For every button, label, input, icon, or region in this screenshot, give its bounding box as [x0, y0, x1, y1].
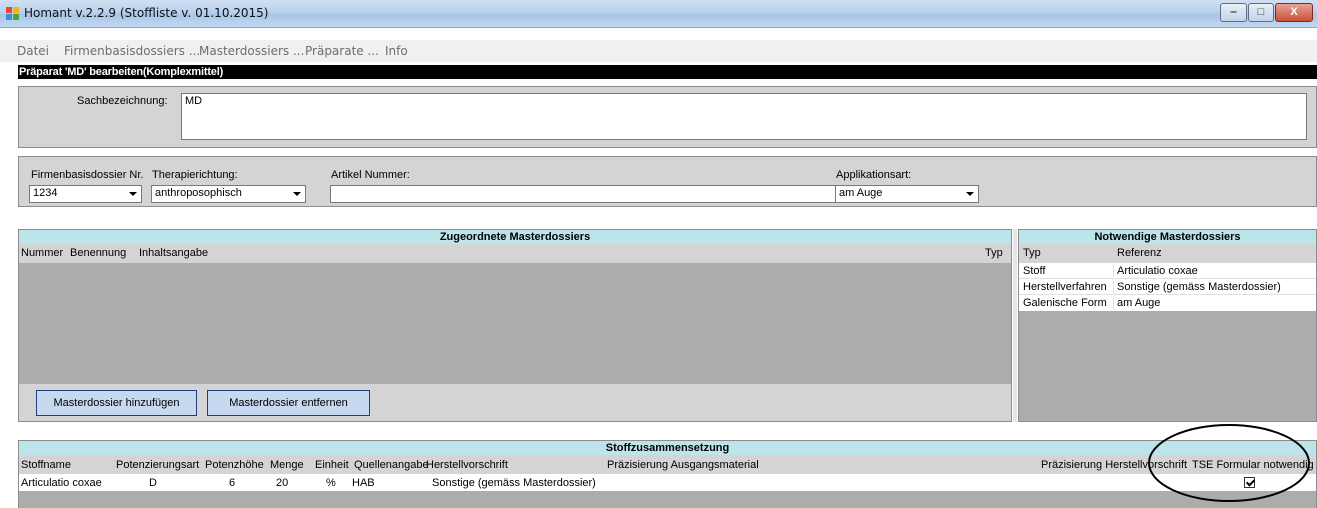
cell-potenzierungsart: D: [149, 477, 157, 489]
remove-masterdossier-button[interactable]: Masterdossier entfernen: [207, 390, 370, 416]
window-title: Homant v.2.2.9 (Stoffliste v. 01.10.2015…: [24, 6, 269, 20]
sachbezeichnung-panel: Sachbezeichnung: MD: [18, 86, 1317, 148]
firmenbasisdossier-label: Firmenbasisdossier Nr.: [31, 169, 144, 181]
app-icon: [6, 7, 19, 20]
cell-referenz: Articulatio coxae: [1113, 265, 1198, 277]
splitter[interactable]: [1013, 229, 1017, 422]
applikationsart-label: Applikationsart:: [836, 169, 912, 181]
menu-info[interactable]: Info: [385, 44, 408, 58]
firmenbasisdossier-value: 1234: [33, 187, 58, 199]
cell-potenzhoehe: 6: [229, 477, 236, 489]
col-potenzhoehe[interactable]: Potenzhöhe: [205, 459, 264, 471]
cell-herstellvorschrift: Sonstige (gemäss Masterdossier): [432, 477, 596, 489]
cell-typ: Stoff: [1023, 265, 1046, 277]
cell-referenz: Sonstige (gemäss Masterdossier): [1113, 281, 1281, 293]
cell-typ: Galenische Form: [1023, 297, 1107, 309]
notwendige-title: Notwendige Masterdossiers: [1019, 230, 1316, 244]
table-row[interactable]: Stoff Articulatio coxae: [1019, 263, 1316, 279]
zugeordnete-title: Zugeordnete Masterdossiers: [19, 230, 1011, 244]
menu-praeparate[interactable]: Präparate ...: [305, 44, 379, 58]
col-quellenangabe[interactable]: Quellenangabe: [354, 459, 429, 471]
artikel-nummer-label: Artikel Nummer:: [331, 169, 410, 181]
notwendige-rows: Stoff Articulatio coxae Herstellverfahre…: [1019, 263, 1316, 311]
page-header: Präparat 'MD' bearbeiten(Komplexmittel): [18, 65, 1317, 79]
col-potenzierungsart[interactable]: Potenzierungsart: [116, 459, 199, 471]
col-stoffname[interactable]: Stoffname: [21, 459, 71, 471]
applikationsart-select[interactable]: am Auge: [835, 185, 979, 203]
cell-menge: 20: [276, 477, 289, 489]
menu-datei[interactable]: Datei: [17, 44, 49, 58]
close-button[interactable]: X: [1275, 3, 1313, 22]
col-typ[interactable]: Typ: [1023, 247, 1041, 259]
sachbezeichnung-label: Sachbezeichnung:: [77, 95, 168, 107]
maximize-button[interactable]: □: [1248, 3, 1274, 22]
table-row[interactable]: Galenische Form am Auge: [1019, 295, 1316, 311]
chevron-down-icon[interactable]: [962, 186, 978, 202]
cell-typ: Herstellverfahren: [1023, 281, 1107, 293]
sachbezeichnung-field[interactable]: MD: [181, 93, 1307, 140]
artikel-nummer-field[interactable]: [330, 185, 836, 203]
zugeordnete-button-bar: Masterdossier hinzufügen Masterdossier e…: [19, 384, 1011, 421]
cell-einheit: %: [326, 477, 336, 489]
col-menge[interactable]: Menge: [270, 459, 304, 471]
details-panel: Firmenbasisdossier Nr. 1234 Therapierich…: [18, 156, 1317, 207]
col-typ[interactable]: Typ: [985, 247, 1003, 259]
col-praezisierung-ausgangsmaterial[interactable]: Präzisierung Ausgangsmaterial: [607, 459, 759, 471]
table-row[interactable]: Articulatio coxae D 6 20 % HAB Sonstige …: [19, 474, 1316, 491]
therapierichtung-label: Therapierichtung:: [152, 169, 238, 181]
cell-quellenangabe: HAB: [352, 477, 375, 489]
col-einheit[interactable]: Einheit: [315, 459, 349, 471]
chevron-down-icon[interactable]: [289, 186, 305, 202]
chevron-down-icon[interactable]: [125, 186, 141, 202]
col-herstellvorschrift[interactable]: Herstellvorschrift: [426, 459, 508, 471]
title-bar: Homant v.2.2.9 (Stoffliste v. 01.10.2015…: [0, 0, 1317, 28]
notwendige-header-row: Typ Referenz: [1019, 244, 1316, 263]
stoff-panel: Stoffzusammensetzung Stoffname Potenzier…: [18, 440, 1317, 508]
zugeordnete-panel: Zugeordnete Masterdossiers Nummer Benenn…: [18, 229, 1012, 422]
therapierichtung-select[interactable]: anthroposophisch: [151, 185, 306, 203]
therapierichtung-value: anthroposophisch: [155, 187, 242, 199]
add-masterdossier-button[interactable]: Masterdossier hinzufügen: [36, 390, 197, 416]
col-nummer[interactable]: Nummer: [21, 247, 63, 259]
notwendige-panel: Notwendige Masterdossiers Typ Referenz S…: [1018, 229, 1317, 422]
applikationsart-value: am Auge: [839, 187, 883, 199]
annotation-ellipse: [1148, 424, 1310, 502]
stoff-title: Stoffzusammensetzung: [19, 441, 1316, 455]
firmenbasisdossier-select[interactable]: 1234: [29, 185, 142, 203]
menu-firmenbasisdossiers[interactable]: Firmenbasisdossiers ...: [64, 44, 200, 58]
col-inhaltsangabe[interactable]: Inhaltsangabe: [139, 247, 208, 259]
col-benennung[interactable]: Benennung: [70, 247, 126, 259]
zugeordnete-header-row: Nummer Benennung Inhaltsangabe Typ: [19, 244, 1011, 263]
menu-bar: Datei Firmenbasisdossiers ... Masterdoss…: [0, 40, 1317, 62]
minimize-button[interactable]: ‒: [1220, 3, 1247, 22]
stoff-header-row: Stoffname Potenzierungsart Potenzhöhe Me…: [19, 455, 1316, 474]
cell-referenz: am Auge: [1113, 297, 1160, 309]
table-row[interactable]: Herstellverfahren Sonstige (gemäss Maste…: [1019, 279, 1316, 295]
col-referenz[interactable]: Referenz: [1117, 247, 1162, 259]
cell-stoffname: Articulatio coxae: [21, 477, 102, 489]
menu-masterdossiers[interactable]: Masterdossiers ...: [199, 44, 304, 58]
